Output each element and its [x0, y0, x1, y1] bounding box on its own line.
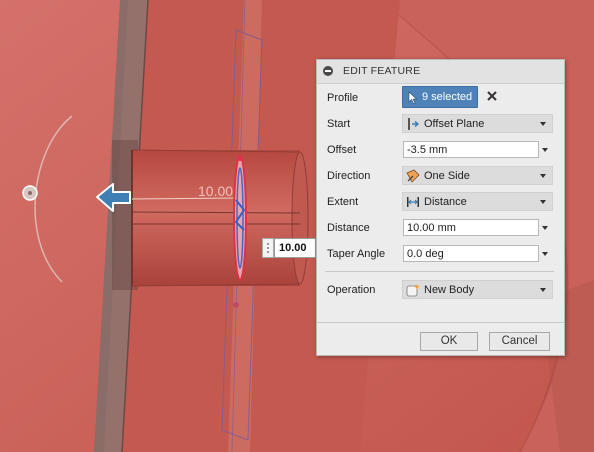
taper-angle-field[interactable] — [403, 245, 539, 262]
extent-select[interactable]: Distance — [402, 192, 553, 211]
start-value: Offset Plane — [424, 118, 485, 130]
dimension-drag-handle[interactable] — [262, 238, 274, 258]
chevron-down-icon — [540, 288, 546, 292]
distance-dropdown-icon[interactable] — [542, 226, 548, 230]
ghost-dimension-label: 10.00 — [198, 183, 233, 199]
edit-feature-dialog: EDIT FEATURE Profile 9 selected Start Of… — [316, 59, 565, 356]
profile-selection-button[interactable]: 9 selected — [402, 86, 478, 108]
chevron-down-icon — [540, 200, 546, 204]
profile-label: Profile — [327, 92, 359, 104]
one-side-icon — [406, 169, 420, 183]
extent-value: Distance — [424, 196, 467, 208]
offset-label: Offset — [327, 144, 357, 156]
cursor-icon — [408, 91, 418, 104]
distance-field[interactable] — [403, 219, 539, 236]
ok-button[interactable]: OK — [420, 332, 478, 351]
dialog-header: EDIT FEATURE — [317, 60, 564, 84]
cancel-button[interactable]: Cancel — [489, 332, 550, 351]
dimension-input[interactable] — [274, 238, 316, 258]
chevron-down-icon — [540, 122, 546, 126]
chevron-down-icon — [540, 174, 546, 178]
offset-dropdown-icon[interactable] — [542, 148, 548, 152]
clear-selection-icon[interactable] — [486, 90, 498, 102]
profile-selection-text: 9 selected — [422, 91, 473, 103]
collapse-icon[interactable] — [323, 66, 333, 76]
start-label: Start — [327, 118, 351, 130]
operation-value: New Body — [424, 284, 475, 296]
footer-divider — [317, 322, 564, 323]
dialog-title: EDIT FEATURE — [343, 65, 421, 77]
operation-label: Operation — [327, 284, 376, 296]
new-body-icon — [406, 284, 420, 297]
section-divider — [325, 271, 554, 272]
offset-input[interactable] — [404, 142, 537, 157]
distance-icon — [407, 197, 419, 207]
taper-angle-dropdown-icon[interactable] — [542, 252, 548, 256]
offset-field[interactable] — [403, 141, 539, 158]
direction-label: Direction — [327, 170, 371, 182]
taper-angle-label: Taper Angle — [327, 248, 386, 260]
offset-plane-icon — [408, 118, 420, 130]
distance-input[interactable] — [404, 220, 537, 235]
direction-select[interactable]: One Side — [402, 166, 553, 185]
operation-select[interactable]: New Body — [402, 280, 553, 299]
extent-label: Extent — [327, 196, 359, 208]
start-select[interactable]: Offset Plane — [402, 114, 553, 133]
distance-label: Distance — [327, 222, 370, 234]
direction-value: One Side — [424, 170, 470, 182]
taper-angle-input[interactable] — [404, 246, 537, 261]
